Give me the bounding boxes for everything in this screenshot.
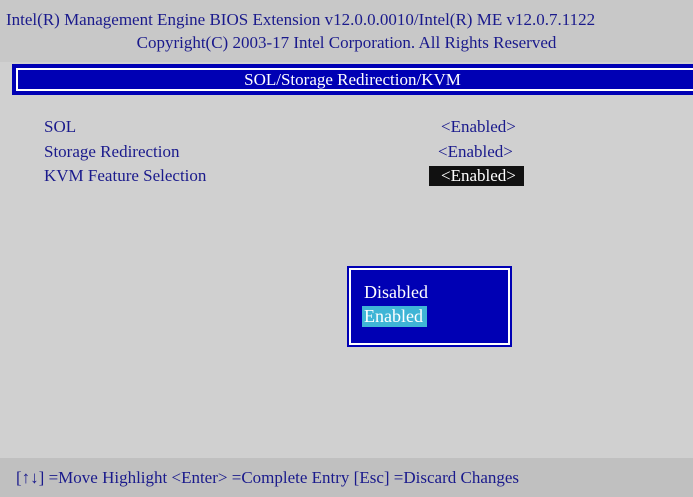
- setting-label: Storage Redirection: [44, 142, 180, 161]
- key-help-text: [↑↓] =Move Highlight <Enter> =Complete E…: [16, 468, 520, 487]
- footer-help-bar: [↑↓] =Move Highlight <Enter> =Complete E…: [0, 458, 693, 497]
- screen-title-bar: SOL/Storage Redirection/KVM: [12, 64, 693, 95]
- setting-row-storage-redirection[interactable]: Storage Redirection <Enabled>: [0, 142, 693, 166]
- setting-row-kvm-feature-selection[interactable]: KVM Feature Selection <Enabled>: [0, 166, 693, 190]
- screen-title: SOL/Storage Redirection/KVM: [244, 70, 461, 89]
- option-disabled[interactable]: Disabled: [364, 282, 428, 303]
- copyright-text: Copyright(C) 2003-17 Intel Corporation. …: [136, 33, 557, 52]
- option-enabled[interactable]: Enabled: [362, 306, 427, 327]
- setting-value-selected[interactable]: <Enabled>: [429, 166, 524, 186]
- header: Intel(R) Management Engine BIOS Extensio…: [0, 0, 693, 62]
- setting-label: SOL: [44, 117, 77, 136]
- setting-value[interactable]: <Enabled>: [441, 117, 516, 137]
- setting-label: KVM Feature Selection: [44, 166, 207, 185]
- setting-row-sol[interactable]: SOL <Enabled>: [0, 117, 693, 141]
- option-popup: Disabled Enabled: [347, 266, 512, 347]
- bios-version-text: Intel(R) Management Engine BIOS Extensio…: [6, 10, 596, 29]
- setting-value[interactable]: <Enabled>: [438, 142, 513, 162]
